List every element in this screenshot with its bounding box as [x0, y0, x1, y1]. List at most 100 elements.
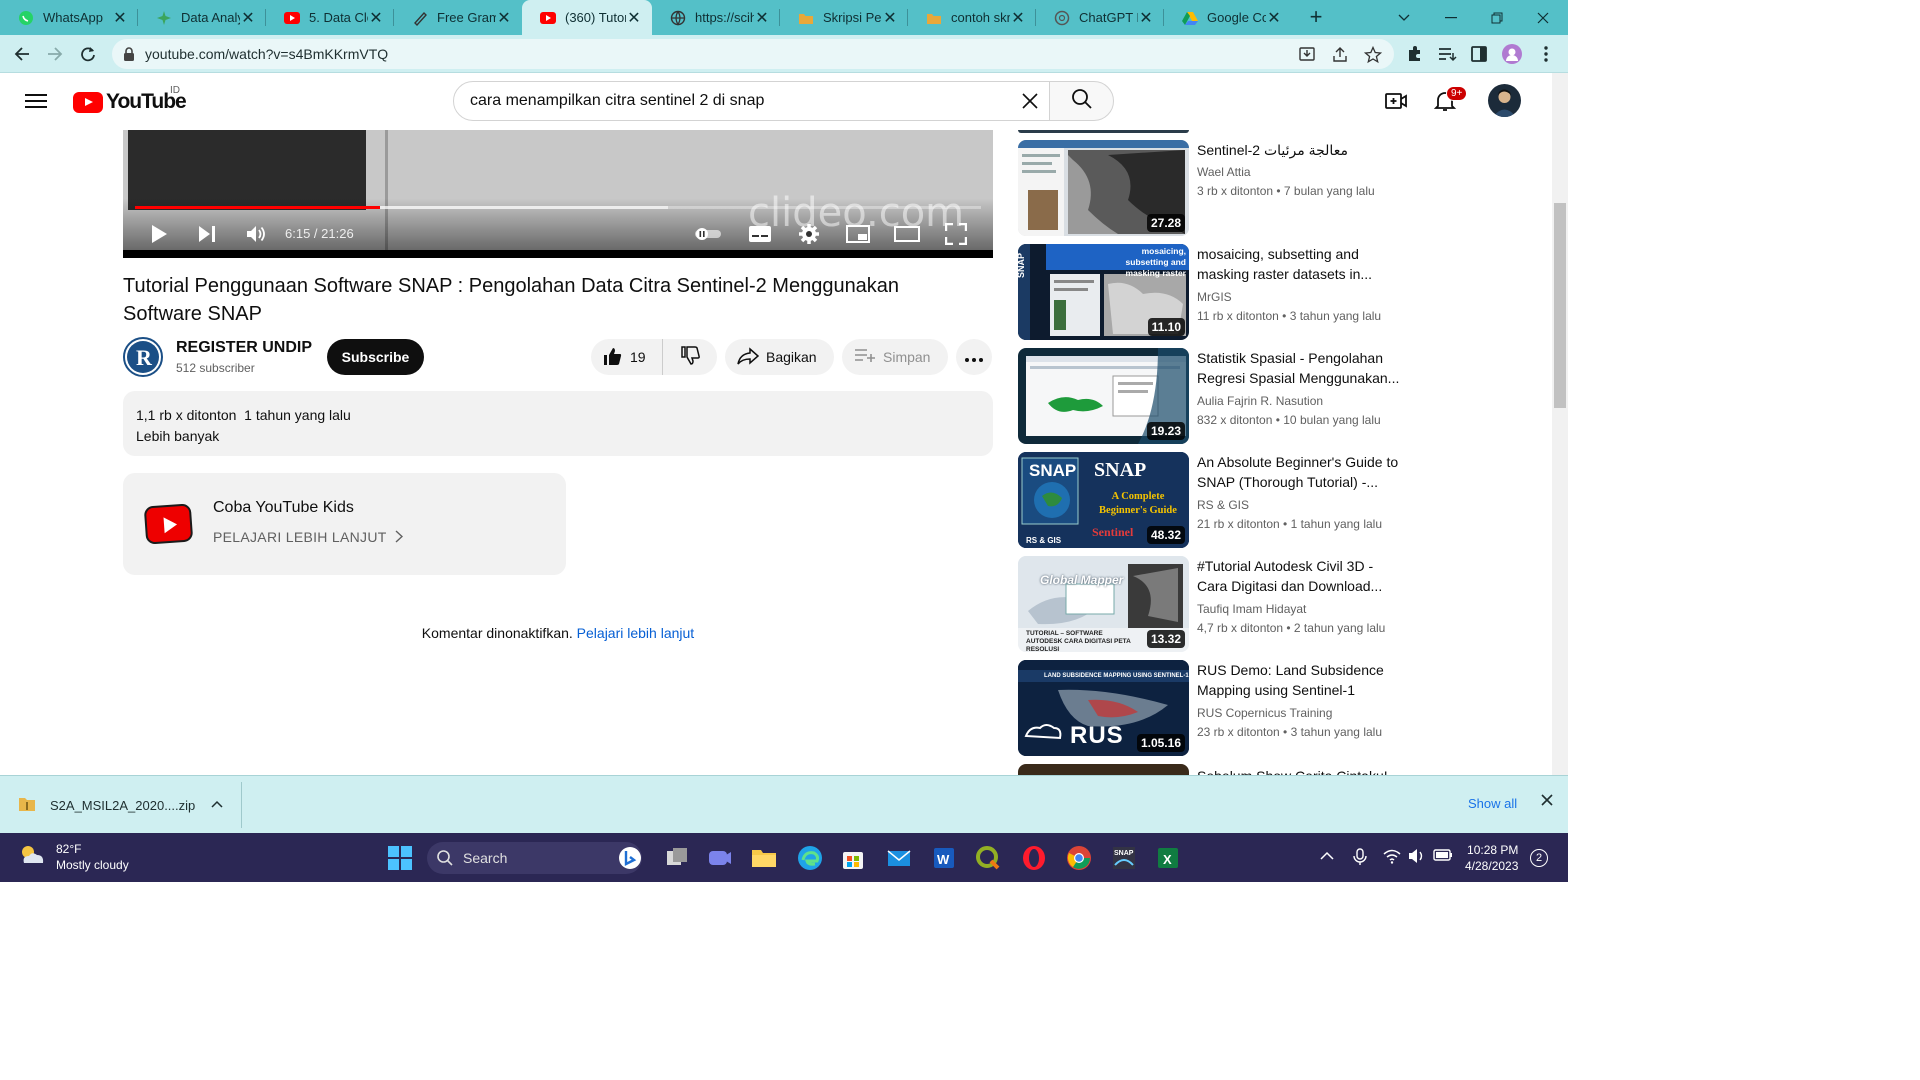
- close-icon[interactable]: ✕: [112, 8, 128, 28]
- recommendation-channel[interactable]: Aulia Fajrin R. Nasution: [1197, 394, 1323, 408]
- recommendation-title[interactable]: Sentinel-2 معالجة مرئيات: [1197, 140, 1407, 160]
- video-thumbnail[interactable]: LAND SUBSIDENCE MAPPING USING SENTINEL-1…: [1018, 660, 1189, 756]
- close-icon[interactable]: [1541, 793, 1553, 811]
- recommendation-item[interactable]: 27.28 Sentinel-2 معالجة مرئيات Wael Atti…: [1018, 140, 1408, 236]
- recommendation-channel[interactable]: Taufiq Imam Hidayat: [1197, 602, 1306, 616]
- share-icon[interactable]: [1331, 46, 1349, 64]
- close-icon[interactable]: ✕: [1010, 8, 1026, 28]
- side-panel-icon[interactable]: [1469, 44, 1489, 64]
- reload-button[interactable]: [74, 41, 102, 67]
- tab-data-analysis[interactable]: Data Analys ✕: [138, 0, 266, 35]
- windows-start-icon[interactable]: [387, 845, 413, 871]
- system-clock[interactable]: 10:28 PM 4/28/2023: [1465, 842, 1518, 874]
- recommendation-title[interactable]: mosaicing, subsetting and masking raster…: [1197, 244, 1407, 284]
- recommendation-item[interactable]: Global Mapper TUTORIAL – SOFTWARE AUTODE…: [1018, 556, 1408, 652]
- tray-overflow-chevron-icon[interactable]: [1320, 848, 1334, 864]
- channel-avatar[interactable]: R: [123, 337, 163, 377]
- install-app-icon[interactable]: [1298, 46, 1316, 64]
- user-avatar[interactable]: [1488, 84, 1521, 117]
- miniplayer-button[interactable]: [845, 222, 871, 246]
- youtube-kids-promo[interactable]: Coba YouTube Kids PELAJARI LEBIH LANJUT: [123, 473, 566, 575]
- reading-list-icon[interactable]: [1437, 44, 1457, 64]
- share-button[interactable]: Bagikan: [725, 339, 834, 375]
- subtitles-button[interactable]: [747, 222, 773, 246]
- excel-icon[interactable]: X: [1155, 845, 1181, 871]
- close-icon[interactable]: ✕: [754, 8, 770, 28]
- dislike-button[interactable]: [663, 345, 717, 369]
- tab-search-chevron-icon[interactable]: [1381, 0, 1427, 35]
- snap-app-icon[interactable]: SNAP: [1111, 845, 1137, 871]
- search-input[interactable]: cara menampilkan citra sentinel 2 di sna…: [453, 81, 1050, 121]
- save-button[interactable]: Simpan: [842, 339, 948, 375]
- play-button[interactable]: [147, 222, 171, 246]
- recommendation-channel[interactable]: RS & GIS: [1197, 498, 1249, 512]
- recommendation-item[interactable]: SNAP SNAP A Complete Beginner's Guide Se…: [1018, 452, 1408, 548]
- video-thumbnail[interactable]: SNAP SNAP A Complete Beginner's Guide Se…: [1018, 452, 1189, 548]
- tab-skripsi[interactable]: Skripsi Pem ✕: [780, 0, 908, 35]
- close-icon[interactable]: ✕: [496, 8, 512, 28]
- video-thumbnail[interactable]: Global Mapper TUTORIAL – SOFTWARE AUTODE…: [1018, 556, 1189, 652]
- description-box[interactable]: 1,1 rb x ditonton 1 tahun yang lalu Lebi…: [123, 391, 993, 456]
- video-player[interactable]: clideo.com 6:15 / 21:26: [123, 130, 993, 258]
- close-icon[interactable]: ✕: [1138, 8, 1154, 28]
- recommendation-title[interactable]: Sebelum Show Cerita Cintaku!: [1197, 766, 1407, 775]
- recommendation-title[interactable]: Statistik Spasial - Pengolahan Regresi S…: [1197, 348, 1407, 388]
- microphone-icon[interactable]: [1353, 848, 1367, 869]
- browser-menu-icon[interactable]: [1536, 44, 1556, 64]
- scrollbar-thumb[interactable]: [1554, 203, 1566, 408]
- wifi-icon[interactable]: [1383, 848, 1401, 867]
- show-more-link[interactable]: Lebih banyak: [136, 426, 980, 447]
- video-thumbnail[interactable]: 19.23: [1018, 348, 1189, 444]
- close-icon[interactable]: ✕: [368, 8, 384, 28]
- tab-google-colab[interactable]: Google Col ✕: [1164, 0, 1292, 35]
- youtube-logo[interactable]: YouTube ID: [73, 85, 187, 114]
- microsoft-store-icon[interactable]: [840, 845, 866, 871]
- clear-search-icon[interactable]: [1019, 90, 1041, 112]
- profile-avatar-icon[interactable]: [1502, 44, 1522, 64]
- volume-button[interactable]: [243, 222, 269, 246]
- close-window-button[interactable]: [1520, 0, 1566, 35]
- chrome-icon[interactable]: [1066, 845, 1092, 871]
- qgis-icon[interactable]: [975, 845, 1001, 871]
- word-icon[interactable]: W: [931, 845, 957, 871]
- close-icon[interactable]: ✕: [626, 8, 642, 28]
- recommendation-item[interactable]: LAND SUBSIDENCE MAPPING USING SENTINEL-1…: [1018, 660, 1408, 756]
- recommendation-channel[interactable]: MrGIS: [1197, 290, 1232, 304]
- tab-chatgpt[interactable]: ChatGPT Pl ✕: [1036, 0, 1164, 35]
- battery-icon[interactable]: [1433, 848, 1453, 865]
- like-button[interactable]: 19: [591, 339, 663, 375]
- tab-whatsapp[interactable]: WhatsApp ✕: [0, 0, 138, 35]
- mail-icon[interactable]: [886, 845, 912, 871]
- new-tab-button[interactable]: +: [1303, 4, 1329, 30]
- tab-current-tutorial[interactable]: (360) Tutori ✕: [522, 0, 652, 35]
- close-icon[interactable]: ✕: [882, 8, 898, 28]
- file-explorer-icon[interactable]: [751, 845, 777, 871]
- task-view-icon[interactable]: [664, 845, 690, 871]
- progress-bar[interactable]: [135, 206, 981, 209]
- taskbar-search[interactable]: Search: [427, 842, 642, 874]
- channel-name[interactable]: REGISTER UNDIP: [176, 339, 312, 357]
- opera-icon[interactable]: [1021, 845, 1047, 871]
- tab-data-cleaning[interactable]: 5. Data Clea ✕: [266, 0, 394, 35]
- subscribe-button[interactable]: Subscribe: [327, 339, 424, 375]
- video-thumbnail[interactable]: 27.28: [1018, 140, 1189, 236]
- tab-scihub[interactable]: https://scih ✕: [652, 0, 780, 35]
- theater-mode-button[interactable]: [893, 222, 921, 246]
- hamburger-menu-icon[interactable]: [25, 90, 47, 112]
- autoplay-toggle[interactable]: [693, 222, 723, 246]
- recommendation-channel[interactable]: RUS Copernicus Training: [1197, 706, 1332, 720]
- search-button[interactable]: [1049, 81, 1114, 121]
- bing-icon[interactable]: [618, 846, 642, 873]
- weather-widget[interactable]: 82°F Mostly cloudy: [18, 841, 129, 873]
- edge-browser-icon[interactable]: [797, 845, 823, 871]
- bookmark-star-icon[interactable]: [1363, 45, 1383, 64]
- fullscreen-button[interactable]: [943, 222, 969, 246]
- kids-learn-more-link[interactable]: PELAJARI LEBIH LANJUT: [213, 529, 403, 546]
- lock-icon[interactable]: [123, 47, 135, 66]
- tab-free-grammar[interactable]: Free Gramm ✕: [394, 0, 522, 35]
- video-thumbnail[interactable]: [1018, 764, 1189, 775]
- forward-button[interactable]: [41, 41, 69, 67]
- recommendation-title[interactable]: #Tutorial Autodesk Civil 3D - Cara Digit…: [1197, 556, 1407, 596]
- extensions-puzzle-icon[interactable]: [1405, 44, 1425, 64]
- more-actions-button[interactable]: [956, 339, 992, 375]
